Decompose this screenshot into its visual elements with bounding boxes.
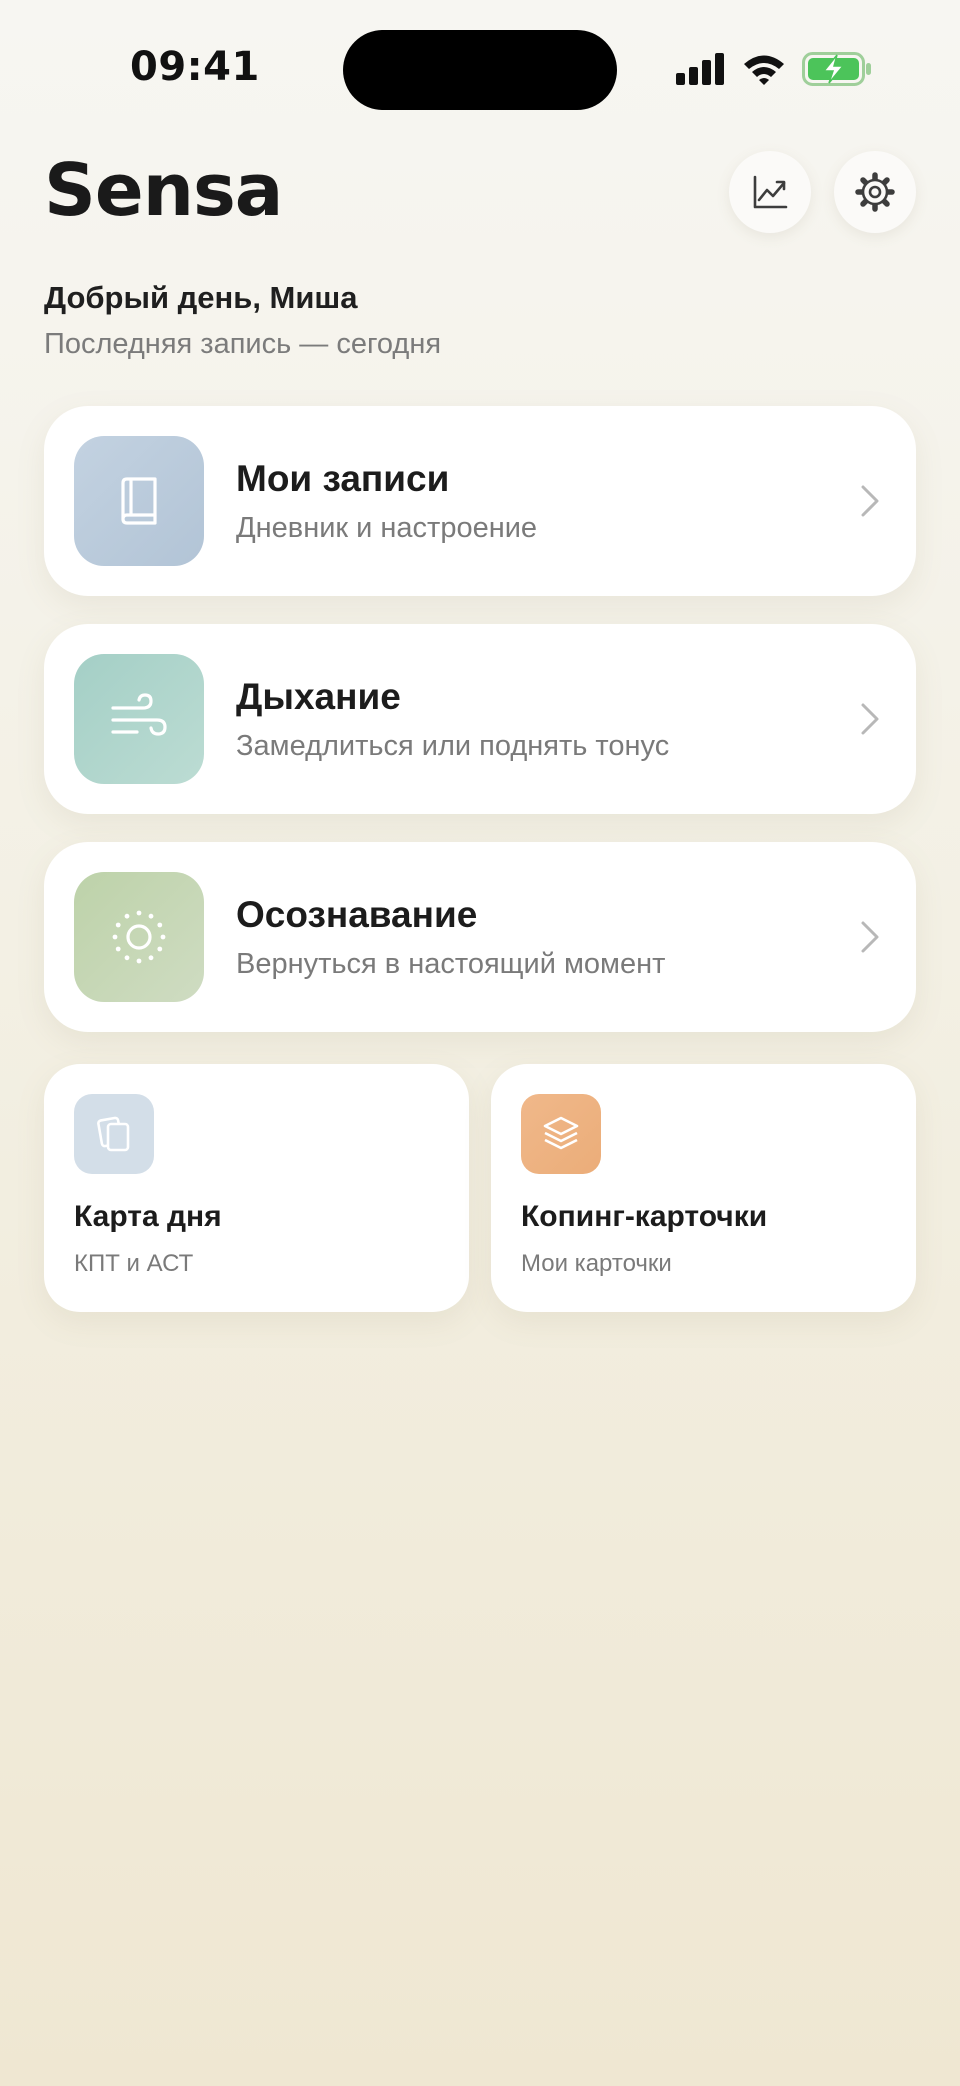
- status-time: 09:41: [130, 44, 260, 90]
- mindfulness-card[interactable]: Осознавание Вернуться в настоящий момент: [44, 842, 916, 1032]
- cards-icon: [74, 1094, 154, 1174]
- tile-title: Карта дня: [74, 1200, 222, 1233]
- header: Sensa: [44, 145, 916, 235]
- card-title: Дыхание: [236, 676, 401, 717]
- last-entry-status: Последняя запись — сегодня: [44, 328, 442, 360]
- layers-icon: [521, 1094, 601, 1174]
- wifi-icon: [744, 55, 784, 85]
- chart-line-icon: [753, 175, 788, 209]
- settings-button[interactable]: [834, 151, 916, 233]
- tile-subtitle: Мои карточки: [521, 1250, 672, 1277]
- card-title: Осознавание: [236, 894, 478, 935]
- status-icons: [676, 52, 872, 86]
- wind-icon: [74, 654, 204, 784]
- chevron-right-icon: [861, 703, 879, 735]
- chevron-right-icon: [861, 921, 879, 953]
- tile-title: Копинг-карточки: [521, 1200, 768, 1233]
- card-subtitle: Вернуться в настоящий момент: [236, 948, 666, 980]
- stats-button[interactable]: [729, 151, 811, 233]
- focus-sun-icon: [74, 872, 204, 1002]
- cellular-signal-icon: [676, 53, 724, 85]
- card-of-the-day-tile[interactable]: Карта дня КПТ и АСТ: [44, 1064, 469, 1312]
- battery-charging-icon: [802, 52, 871, 86]
- card-subtitle: Дневник и настроение: [236, 512, 538, 544]
- gear-icon: [855, 172, 895, 212]
- card-title: Мои записи: [236, 458, 450, 499]
- tile-subtitle: КПТ и АСТ: [74, 1250, 194, 1277]
- greeting: Добрый день, Миша Последняя запись — сег…: [44, 280, 441, 361]
- breathing-card[interactable]: Дыхание Замедлиться или поднять тонус: [44, 624, 916, 814]
- my-entries-card[interactable]: Мои записи Дневник и настроение: [44, 406, 916, 596]
- chevron-right-icon: [861, 485, 879, 517]
- book-icon: [74, 436, 204, 566]
- dynamic-island: [343, 30, 617, 110]
- greeting-title: Добрый день, Миша: [44, 280, 358, 315]
- coping-cards-tile[interactable]: Копинг-карточки Мои карточки: [491, 1064, 916, 1312]
- card-subtitle: Замедлиться или поднять тонус: [236, 730, 670, 762]
- status-bar: 09:41: [0, 0, 960, 140]
